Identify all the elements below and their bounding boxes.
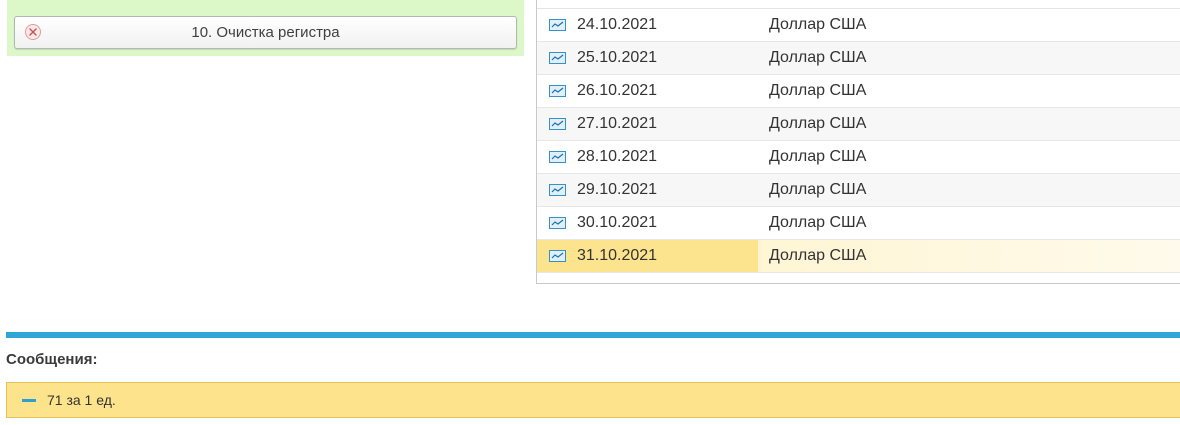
message-item[interactable]: 71 за 1 ед.: [6, 382, 1180, 418]
chart-record-icon: [549, 19, 566, 31]
clear-register-label: 10. Очистка регистра: [191, 24, 340, 41]
date-cell[interactable]: 27.10.2021: [537, 108, 758, 140]
chart-record-icon: [549, 85, 566, 97]
chart-record-icon: [549, 151, 566, 163]
row-date: 27.10.2021: [577, 115, 658, 132]
date-cell[interactable]: 28.10.2021: [537, 141, 758, 173]
app-window: 10. Очистка регистра 24.10.2021 Доллар С…: [0, 0, 1180, 425]
date-cell-selected[interactable]: 31.10.2021: [537, 240, 758, 272]
chart-record-icon: [549, 217, 566, 229]
date-cell[interactable]: 25.10.2021: [537, 42, 758, 74]
row-currency: Доллар США: [769, 247, 867, 264]
row-date: 24.10.2021: [577, 16, 658, 33]
panel-splitter[interactable]: [6, 332, 1180, 338]
message-text: 71 за 1 ед.: [47, 392, 116, 408]
messages-title: Сообщения:: [6, 351, 98, 368]
date-cell[interactable]: 29.10.2021: [537, 174, 758, 206]
row-currency: Доллар США: [769, 16, 867, 33]
row-date: 29.10.2021: [577, 181, 658, 198]
table-row[interactable]: 29.10.2021 Доллар США: [537, 174, 1180, 207]
chart-record-icon: [549, 52, 566, 64]
row-currency: Доллар США: [769, 115, 867, 132]
table-row[interactable]: 27.10.2021 Доллар США: [537, 108, 1180, 141]
date-cell[interactable]: 26.10.2021: [537, 75, 758, 107]
table-row-selected[interactable]: 31.10.2021 Доллар США: [537, 240, 1180, 273]
chart-record-icon: [549, 118, 566, 130]
row-currency: Доллар США: [769, 148, 867, 165]
row-date: 28.10.2021: [577, 148, 658, 165]
chart-record-icon: [549, 184, 566, 196]
row-currency: Доллар США: [769, 214, 867, 231]
row-date: 26.10.2021: [577, 82, 658, 99]
date-cell[interactable]: 30.10.2021: [537, 207, 758, 239]
date-cell[interactable]: 24.10.2021: [537, 9, 758, 41]
row-currency: Доллар США: [769, 49, 867, 66]
chart-record-icon: [549, 250, 566, 262]
table-row-partial[interactable]: [537, 0, 1180, 9]
row-date: 30.10.2021: [577, 214, 658, 231]
table-row[interactable]: 28.10.2021 Доллар США: [537, 141, 1180, 174]
row-date: 31.10.2021: [577, 247, 658, 264]
row-currency: Доллар США: [769, 82, 867, 99]
row-date: 25.10.2021: [577, 49, 658, 66]
exchange-rate-table[interactable]: 24.10.2021 Доллар США 25.10.2021 Доллар …: [536, 0, 1180, 284]
table-row[interactable]: 25.10.2021 Доллар США: [537, 42, 1180, 75]
command-panel: 10. Очистка регистра: [7, 0, 524, 56]
message-dash-icon: [22, 399, 36, 402]
table-row[interactable]: 26.10.2021 Доллар США: [537, 75, 1180, 108]
table-row[interactable]: 30.10.2021 Доллар США: [537, 207, 1180, 240]
table-row[interactable]: 24.10.2021 Доллар США: [537, 9, 1180, 42]
clear-register-button[interactable]: 10. Очистка регистра: [14, 16, 517, 49]
row-currency: Доллар США: [769, 181, 867, 198]
